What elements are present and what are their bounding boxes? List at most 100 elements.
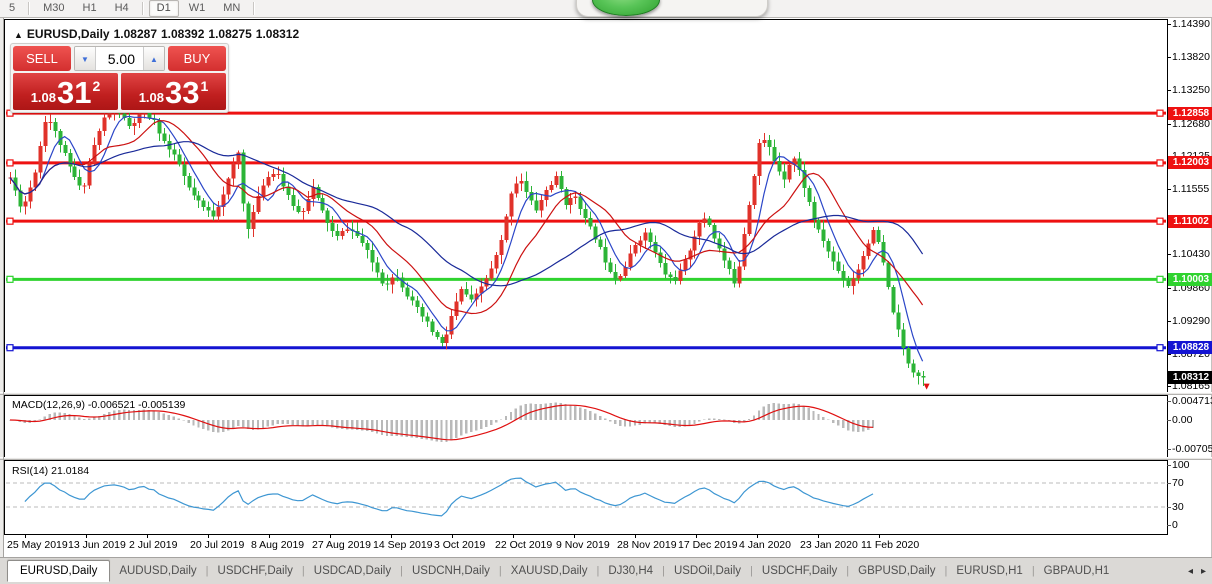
candle-body — [916, 372, 921, 377]
sell-price-box[interactable]: 1.08 31 2 — [13, 73, 118, 110]
candle-body — [449, 315, 454, 335]
line-handle-left[interactable] — [6, 275, 14, 283]
candle — [603, 238, 608, 270]
buy-button[interactable]: BUY — [168, 46, 226, 71]
timeframe-button-m30[interactable]: M30 — [35, 0, 72, 17]
chart-tab-usdchf-daily[interactable]: USDCHF,Daily — [209, 561, 302, 581]
line-handle-left[interactable] — [6, 344, 14, 352]
macd-bar — [832, 420, 835, 423]
candle — [291, 188, 296, 211]
candle-body — [851, 278, 856, 286]
candle-body — [390, 277, 395, 285]
rsi-axis-label: 30 — [1172, 501, 1184, 513]
macd-bar — [812, 411, 815, 420]
chart-tab-eurusd-daily[interactable]: EURUSD,Daily — [7, 560, 111, 582]
line-handle-right[interactable] — [1156, 217, 1164, 225]
pane-splitter[interactable] — [0, 457, 1212, 460]
low-value: 1.08275 — [208, 27, 252, 41]
candle-body — [901, 329, 906, 348]
candle-body — [762, 140, 767, 144]
pane-splitter[interactable] — [0, 392, 1212, 395]
candle — [901, 323, 906, 356]
tab-scroll-right-icon[interactable]: ▸ — [1201, 566, 1206, 577]
candle — [826, 238, 831, 259]
candle — [871, 226, 876, 246]
candle-body — [63, 144, 68, 154]
price-axis-tick — [1167, 188, 1171, 190]
line-handle-right[interactable] — [1156, 159, 1164, 167]
candle-body — [549, 185, 554, 190]
sell-price-point: 2 — [92, 78, 101, 94]
candle — [53, 117, 58, 138]
candle-body — [494, 254, 499, 269]
line-handle-right[interactable] — [1156, 109, 1164, 117]
line-handle-left[interactable] — [6, 217, 14, 225]
line-handle-right[interactable] — [1156, 344, 1164, 352]
macd-bar — [842, 420, 845, 429]
macd-bar — [192, 420, 195, 426]
open-value: 1.08287 — [113, 27, 157, 41]
chart-tab-usdcad-daily[interactable]: USDCAD,Daily — [305, 561, 400, 581]
macd-axis-label: 0.004713 — [1172, 394, 1212, 407]
macd-bar — [723, 419, 726, 420]
candle — [559, 170, 564, 193]
line-handle-right[interactable] — [1156, 275, 1164, 283]
candle-body — [524, 180, 529, 192]
one-click-trading-panel: SELL ▼ 5.00 ▲ BUY 1.08 31 2 1.08 33 1 — [10, 43, 229, 113]
chart-tab-gbpusd-daily[interactable]: GBPUSD,Daily — [849, 561, 944, 581]
collapse-icon[interactable]: ▲ — [14, 30, 23, 40]
candle — [266, 171, 271, 188]
chart-tab-dj30-h4[interactable]: DJ30,H4 — [599, 561, 662, 581]
macd-bar — [489, 420, 493, 425]
macd-bar — [336, 420, 339, 429]
candle — [420, 303, 425, 323]
candle-body — [172, 149, 177, 155]
macd-bar — [127, 409, 131, 420]
candle-body — [871, 229, 876, 244]
candle — [762, 132, 767, 148]
macd-bar — [549, 403, 552, 420]
candle-body — [77, 177, 82, 186]
volume-decrease-button[interactable]: ▼ — [75, 47, 96, 70]
macd-bar — [782, 403, 785, 420]
timeframe-button-h4[interactable]: H4 — [107, 0, 137, 17]
sell-button[interactable]: SELL — [13, 46, 71, 71]
chart-tab-usdoil-daily[interactable]: USDOil,Daily — [665, 561, 750, 581]
candle-body — [484, 278, 489, 287]
chart-tab-eurusd-h1[interactable]: EURUSD,H1 — [947, 561, 1031, 581]
candle-body — [633, 244, 638, 254]
chart-tab-gbpaud-h1[interactable]: GBPAUD,H1 — [1035, 561, 1119, 581]
timeframe-button-mn[interactable]: MN — [215, 0, 248, 17]
candle — [296, 199, 301, 214]
candle-body — [33, 172, 38, 188]
volume-increase-button[interactable]: ▲ — [143, 47, 164, 70]
macd-axis-tick — [1167, 400, 1171, 402]
timeframe-button-d1[interactable]: D1 — [148, 0, 179, 17]
timeframe-button-5[interactable]: 5 — [1, 0, 23, 17]
timeframe-button-w1[interactable]: W1 — [181, 0, 214, 17]
chart-tab-usdchf-daily[interactable]: USDCHF,Daily — [753, 561, 846, 581]
candle-body — [896, 312, 901, 330]
candle — [816, 217, 821, 234]
rsi-value: 21.0184 — [51, 465, 90, 477]
rsi-label: RSI(14) 21.0184 — [12, 465, 90, 477]
macd-bar — [261, 420, 265, 429]
candle-body — [891, 286, 896, 313]
volume-input[interactable]: 5.00 — [96, 47, 143, 70]
candle — [891, 284, 896, 315]
chart-tab-usdcnh-daily[interactable]: USDCNH,Daily — [403, 561, 499, 581]
candle-body — [643, 232, 648, 241]
candle — [782, 163, 787, 188]
tab-scroll-left-icon[interactable]: ◂ — [1188, 566, 1193, 577]
buy-price-box[interactable]: 1.08 33 1 — [121, 73, 226, 110]
chart-tab-xauusd-daily[interactable]: XAUUSD,Daily — [502, 561, 597, 581]
timeframe-button-h1[interactable]: H1 — [75, 0, 105, 17]
candle — [221, 186, 226, 216]
price-badge: 1.08312 — [1168, 371, 1212, 385]
date-axis-label: 23 Jan 2020 — [800, 539, 858, 551]
candle-body — [752, 176, 757, 205]
date-axis-tick — [574, 535, 575, 538]
candle — [717, 233, 722, 253]
chart-tab-audusd-daily[interactable]: AUDUSD,Daily — [110, 561, 205, 581]
line-handle-left[interactable] — [6, 159, 14, 167]
